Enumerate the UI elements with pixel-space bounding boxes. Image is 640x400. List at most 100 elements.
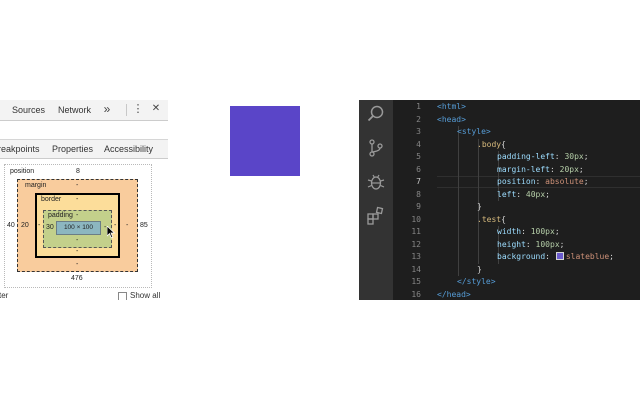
code-line[interactable]: padding-left: 30px; (497, 151, 589, 163)
test-element-box[interactable] (230, 106, 300, 176)
filter-label[interactable]: ter (0, 291, 8, 300)
code-token: : (549, 164, 560, 174)
debug-icon[interactable] (366, 172, 386, 192)
devtools-panel: Sources Network » ⋮ ✕ reakpoints Propert… (0, 100, 169, 300)
code-token: </head> (437, 289, 471, 299)
code-area[interactable]: <html> <head> <style> .body{padding-left: 3… (437, 100, 640, 300)
code-token: : (516, 189, 526, 199)
margin-left-value[interactable]: 20 (21, 222, 29, 229)
padding-right-value[interactable]: - (104, 224, 106, 231)
border-label: border (41, 196, 62, 203)
position-top-value[interactable]: 8 (76, 168, 80, 175)
code-token: width (497, 227, 522, 236)
indent-guide (458, 126, 459, 276)
code-line[interactable]: background: slateblue; (497, 251, 614, 263)
line-number: 16 (411, 289, 421, 299)
close-icon[interactable]: ✕ (150, 102, 162, 116)
code-token: 100px (530, 227, 555, 236)
padding-top-value[interactable]: - (76, 212, 78, 219)
code-line[interactable]: </head> (437, 289, 471, 301)
line-number: 3 (416, 127, 421, 136)
tabbar-divider (126, 104, 127, 116)
devtools-filter-row: ter Show all (0, 290, 168, 300)
code-token: height (497, 239, 526, 249)
code-token: <head> (437, 114, 466, 124)
code-token: margin-left (497, 164, 550, 174)
code-token: : (554, 152, 565, 161)
code-line[interactable]: margin-left: 20px; (497, 164, 584, 176)
border-bottom-value[interactable]: - (76, 248, 78, 255)
line-number: 15 (411, 277, 421, 286)
mouse-pointer-icon (107, 226, 116, 239)
source-control-icon[interactable] (366, 138, 386, 158)
browser-viewport (168, 100, 359, 300)
color-swatch-icon[interactable] (555, 252, 564, 260)
devtools-tabbar: Sources Network » ⋮ ✕ (0, 100, 168, 121)
code-token: .test (477, 214, 502, 224)
code-line[interactable]: left: 40px; (497, 189, 550, 201)
margin-top-value[interactable]: - (76, 182, 78, 189)
code-line[interactable]: <style> (457, 126, 491, 138)
padding-box: padding - 30 - - 100 × 100 (43, 210, 112, 248)
search-icon[interactable] (366, 104, 386, 124)
code-token: ; (554, 227, 560, 236)
code-token: position (497, 177, 536, 186)
line-number: 13 (411, 252, 421, 261)
code-token: { (501, 214, 506, 224)
code-line[interactable]: } (477, 264, 482, 276)
code-token: ; (578, 164, 584, 174)
code-token: background (497, 252, 546, 261)
subtab-accessibility[interactable]: Accessibility (104, 144, 153, 154)
border-left-value[interactable]: - (38, 222, 40, 229)
show-all-label[interactable]: Show all (130, 291, 160, 300)
line-number: 8 (416, 189, 421, 199)
code-token: .body (477, 139, 502, 149)
position-right-value[interactable]: 85 (140, 222, 148, 229)
position-left-value[interactable]: 40 (7, 222, 15, 229)
code-token: <style> (457, 127, 491, 136)
line-number: 9 (416, 202, 421, 211)
code-line[interactable]: height: 100px; (497, 239, 564, 251)
code-token: } (477, 264, 482, 274)
margin-box: margin - 20 - - border - - - - padding -… (17, 179, 138, 272)
extensions-icon[interactable] (366, 206, 386, 226)
double-chevron-right-icon[interactable]: » (101, 102, 113, 116)
code-token: : (545, 252, 555, 261)
content-box[interactable]: 100 × 100 (56, 221, 101, 235)
code-token: left (497, 189, 517, 199)
tab-network[interactable]: Network (58, 105, 91, 115)
position-bottom-value[interactable]: 476 (71, 275, 83, 282)
code-token: <html> (437, 102, 466, 111)
code-token: slateblue (565, 252, 610, 261)
code-line[interactable]: .body{ (477, 139, 506, 151)
subtab-properties[interactable]: Properties (52, 144, 93, 154)
position-label: position (10, 168, 35, 175)
margin-bottom-value[interactable]: - (76, 261, 78, 268)
code-token: </style> (457, 277, 496, 286)
code-token: : (535, 177, 546, 186)
margin-right-value[interactable]: - (126, 222, 128, 229)
padding-left-value[interactable]: 30 (46, 224, 54, 231)
show-all-checkbox[interactable] (118, 292, 127, 300)
code-token: 30px (564, 152, 584, 161)
code-editor: 1 2 3 4 5 6 7 8 9 10 11 12 13 14 15 16 <html> <head> <sty… (359, 100, 640, 300)
devtools-subtabs: reakpoints Properties Accessibility (0, 140, 168, 159)
code-token: ; (609, 252, 614, 261)
kebab-menu-icon[interactable]: ⋮ (132, 102, 144, 116)
box-model-diagram: position 8 40 85 476 margin - 20 - - bor… (4, 164, 152, 288)
code-line[interactable]: </style> (457, 276, 496, 288)
code-line[interactable]: .test{ (477, 214, 506, 226)
code-token: ; (559, 239, 565, 249)
code-token: ; (583, 177, 589, 186)
code-token: 40px (525, 189, 546, 199)
padding-bottom-value[interactable]: - (76, 237, 78, 244)
border-top-value[interactable]: - (76, 196, 78, 203)
code-line[interactable]: width: 100px; (497, 226, 560, 238)
subtab-breakpoints[interactable]: reakpoints (0, 144, 40, 154)
code-token: { (501, 139, 506, 149)
code-line[interactable]: position: absolute; (497, 176, 589, 188)
code-line[interactable]: <html> (437, 101, 466, 113)
code-line[interactable]: <head> (437, 114, 466, 126)
tab-sources[interactable]: Sources (12, 105, 45, 115)
code-line[interactable]: } (477, 201, 482, 213)
